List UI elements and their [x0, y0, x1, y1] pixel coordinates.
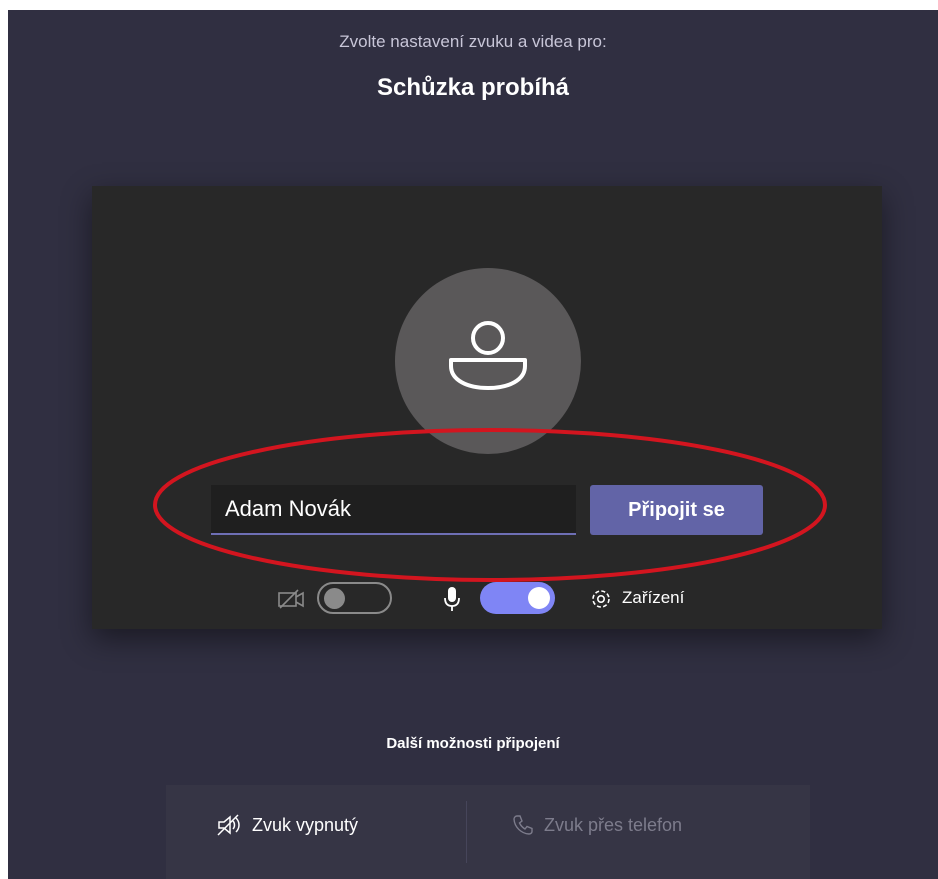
more-options-panel: Zvuk vypnutý Zvuk přes telefon	[166, 785, 810, 879]
camera-toggle[interactable]	[317, 582, 392, 614]
join-button[interactable]: Připojit se	[590, 485, 763, 535]
options-divider	[466, 801, 467, 863]
settings-subtitle: Zvolte nastavení zvuku a videa pro:	[339, 32, 607, 51]
camera-off-icon	[277, 588, 307, 615]
gear-icon[interactable]	[589, 587, 613, 616]
phone-icon	[513, 815, 533, 835]
phone-audio-label: Zvuk přes telefon	[544, 814, 683, 835]
video-preview: Připojit se	[92, 186, 882, 629]
meeting-title: Schůzka probíhá	[376, 74, 570, 101]
microphone-toggle[interactable]	[480, 582, 555, 614]
name-input[interactable]	[211, 485, 576, 535]
person-icon	[449, 321, 527, 390]
devices-button-label[interactable]: Zařízení	[622, 588, 684, 608]
join-screen: Zvolte nastavení zvuku a videa pro: Schů…	[8, 10, 938, 879]
phone-audio-option[interactable]: Zvuk přes telefon	[512, 805, 682, 845]
audio-off-option[interactable]: Zvuk vypnutý	[216, 805, 358, 845]
microphone-icon	[443, 586, 461, 617]
microphone-toggle-knob	[528, 587, 550, 609]
camera-toggle-knob	[324, 588, 345, 609]
speaker-off-icon	[217, 814, 240, 836]
avatar	[395, 268, 581, 454]
more-options-heading: Další možnosti připojení	[386, 735, 560, 752]
audio-off-label: Zvuk vypnutý	[252, 814, 359, 835]
